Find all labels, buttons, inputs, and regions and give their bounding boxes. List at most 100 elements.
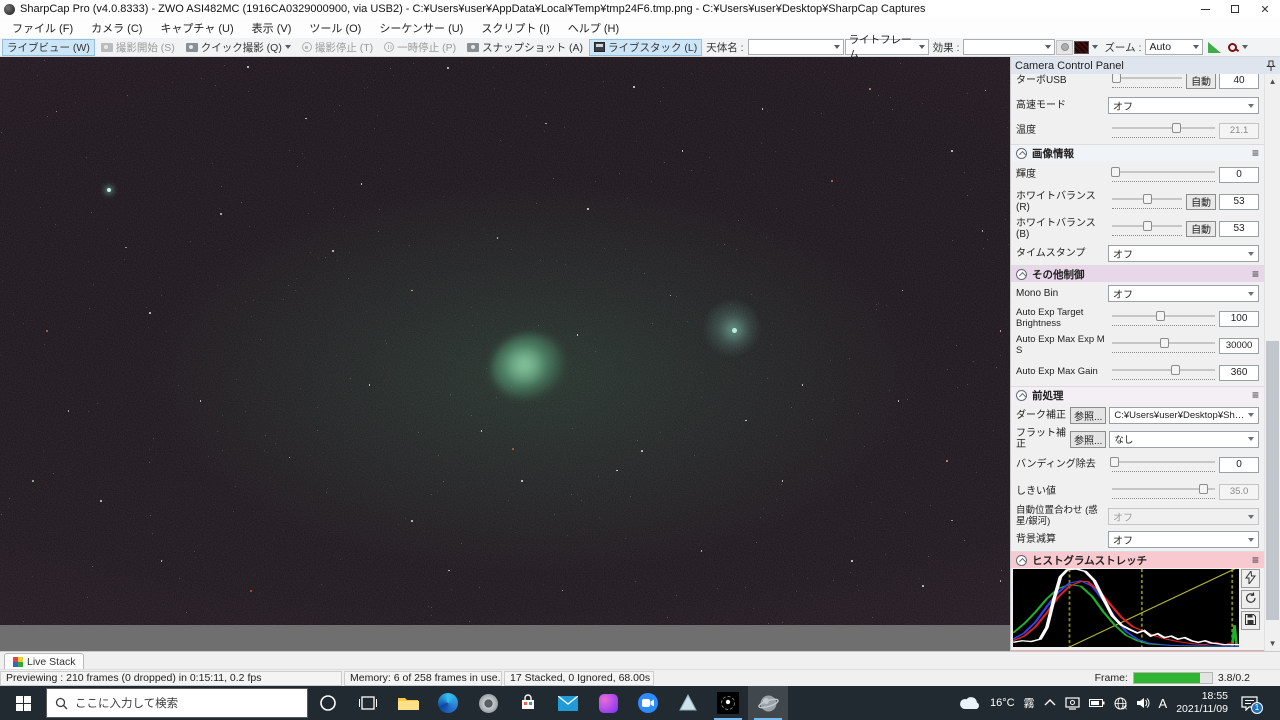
tray-weather-kanji[interactable]: 霧 bbox=[1024, 695, 1035, 711]
sharpcap-app-button[interactable] bbox=[748, 686, 788, 720]
section-menu-icon[interactable]: ≡ bbox=[1252, 268, 1259, 280]
value-box[interactable]: 30000 bbox=[1219, 337, 1260, 354]
slider-しきい値[interactable] bbox=[1108, 484, 1219, 499]
task-view-button[interactable] bbox=[348, 686, 388, 720]
collapse-icon[interactable] bbox=[1016, 389, 1027, 401]
section-menu-icon[interactable]: ≡ bbox=[1252, 389, 1259, 401]
slider-thumb[interactable] bbox=[1112, 74, 1122, 83]
histogram-icon[interactable] bbox=[1208, 41, 1222, 53]
close-button[interactable]: ✕ bbox=[1250, 0, 1280, 18]
app-spiral-button[interactable] bbox=[468, 686, 508, 720]
slider-バンディング除去[interactable] bbox=[1108, 457, 1219, 472]
collapse-icon[interactable] bbox=[1016, 268, 1027, 280]
select-Mono Bin[interactable]: オフ bbox=[1108, 285, 1260, 302]
zoom-combo[interactable]: Auto bbox=[1145, 39, 1204, 55]
tray-expand-chevron-icon[interactable] bbox=[1044, 699, 1056, 707]
battery-icon[interactable] bbox=[1088, 698, 1105, 708]
slider-輝度[interactable] bbox=[1108, 167, 1219, 182]
slider-ホワイトバランス(R)[interactable] bbox=[1108, 194, 1186, 209]
weather-cloud-icon[interactable] bbox=[959, 696, 981, 710]
menu-help[interactable]: ヘルプ (H) bbox=[560, 17, 627, 39]
select-自動位置合わせ (惑星/銀河)[interactable]: オフ bbox=[1108, 508, 1260, 525]
slider-温度[interactable] bbox=[1108, 123, 1219, 138]
panel-scrollbar[interactable]: ▲ ▼ bbox=[1264, 74, 1280, 651]
slider-thumb[interactable] bbox=[1159, 338, 1169, 348]
value-box[interactable]: 35.0 bbox=[1219, 483, 1260, 500]
image-viewport[interactable] bbox=[0, 57, 1010, 625]
value-box[interactable]: 0 bbox=[1219, 166, 1260, 183]
menu-view[interactable]: 表示 (V) bbox=[244, 17, 300, 39]
notes-app-button[interactable] bbox=[668, 686, 708, 720]
auto-button[interactable]: 自動 bbox=[1186, 193, 1217, 210]
save-stretch-button[interactable] bbox=[1241, 611, 1260, 630]
live-view-button[interactable]: ライブビュー (W) bbox=[2, 38, 95, 56]
slider-thumb[interactable] bbox=[1156, 311, 1166, 321]
collapse-icon[interactable] bbox=[1016, 147, 1027, 159]
reset-stretch-button[interactable] bbox=[1241, 590, 1260, 609]
slider-track[interactable] bbox=[1112, 221, 1183, 231]
slider-track[interactable] bbox=[1112, 123, 1216, 133]
effects-combo[interactable] bbox=[963, 39, 1056, 55]
slider-track[interactable] bbox=[1112, 74, 1183, 83]
slider-thumb[interactable] bbox=[1170, 365, 1180, 375]
magnifier-icon[interactable] bbox=[1228, 42, 1238, 52]
mail-button[interactable] bbox=[548, 686, 588, 720]
quick-capture-button[interactable]: クイック撮影 (Q) bbox=[181, 39, 296, 56]
astro-app-button[interactable] bbox=[708, 686, 748, 720]
speaker-icon[interactable] bbox=[1136, 697, 1150, 709]
slider-thumb[interactable] bbox=[1111, 167, 1121, 177]
slider-track[interactable] bbox=[1111, 167, 1216, 177]
slider-track[interactable] bbox=[1112, 194, 1183, 204]
select-背景減算[interactable]: オフ bbox=[1108, 531, 1260, 548]
pin-icon[interactable] bbox=[1266, 60, 1276, 72]
start-capture-button[interactable]: 撮影開始 (S) bbox=[96, 39, 180, 56]
value-box[interactable]: 0 bbox=[1219, 456, 1260, 473]
file-select-フラット補正[interactable]: なし bbox=[1109, 430, 1260, 448]
taskbar-clock[interactable]: 18:55 2021/11/09 bbox=[1176, 690, 1228, 716]
slider-thumb[interactable] bbox=[1143, 221, 1153, 231]
slider-Auto Exp Max Exp M S[interactable] bbox=[1108, 338, 1219, 353]
taskbar-search-input[interactable]: ここに入力して検索 bbox=[46, 688, 308, 718]
slider-track[interactable] bbox=[1112, 338, 1216, 348]
zoom-app-button[interactable] bbox=[628, 686, 668, 720]
value-box[interactable]: 21.1 bbox=[1219, 122, 1260, 139]
section-menu-icon[interactable]: ≡ bbox=[1252, 554, 1259, 566]
menu-capture[interactable]: キャプチャ (U) bbox=[152, 17, 241, 39]
slider-track[interactable] bbox=[1112, 484, 1216, 494]
slider-thumb[interactable] bbox=[1110, 457, 1120, 467]
live-stack-button[interactable]: ライブスタック (L) bbox=[589, 38, 703, 56]
scroll-down-icon[interactable]: ▼ bbox=[1265, 636, 1280, 651]
cortana-button[interactable] bbox=[308, 686, 348, 720]
maximize-button[interactable] bbox=[1220, 0, 1250, 18]
frame-type-combo[interactable]: ライトフレーム bbox=[844, 34, 929, 61]
slider-thumb[interactable] bbox=[1171, 123, 1181, 133]
section-menu-icon[interactable]: ≡ bbox=[1252, 147, 1259, 159]
bayer-pattern-button[interactable] bbox=[1074, 40, 1090, 54]
minimize-button[interactable] bbox=[1190, 0, 1220, 18]
slider-track[interactable] bbox=[1110, 457, 1216, 467]
slider-ホワイトバランス(B)[interactable] bbox=[1108, 221, 1186, 236]
slider-track[interactable] bbox=[1112, 365, 1216, 375]
menu-scripting[interactable]: スクリプト (I) bbox=[473, 17, 557, 39]
value-box[interactable]: 53 bbox=[1219, 220, 1260, 237]
tray-temperature[interactable]: 16°C bbox=[990, 697, 1015, 709]
stop-capture-button[interactable]: 撮影停止 (T) bbox=[297, 39, 378, 56]
slider-thumb[interactable] bbox=[1143, 194, 1153, 204]
snapshot-button[interactable]: スナップショット (A) bbox=[462, 39, 588, 56]
paint3d-button[interactable] bbox=[588, 686, 628, 720]
auto-stretch-button[interactable] bbox=[1241, 569, 1260, 588]
collapse-icon[interactable] bbox=[1016, 554, 1027, 566]
scrollbar-thumb[interactable] bbox=[1266, 340, 1279, 620]
edge-button[interactable] bbox=[428, 686, 468, 720]
browse-button[interactable]: 参照... bbox=[1070, 430, 1107, 448]
file-explorer-button[interactable] bbox=[388, 686, 428, 720]
file-select-ダーク補正[interactable]: C:¥Users¥user¥Desktop¥Sh… bbox=[1109, 406, 1260, 424]
select-タイムスタンプ[interactable]: オフ bbox=[1108, 245, 1260, 262]
selection-tool-button[interactable] bbox=[1056, 39, 1074, 55]
pause-button[interactable]: 一時停止 (P) bbox=[379, 39, 461, 56]
slider-track[interactable] bbox=[1112, 311, 1216, 321]
menu-camera[interactable]: カメラ (C) bbox=[83, 17, 150, 39]
cast-device-icon[interactable] bbox=[1064, 696, 1080, 710]
live-stack-tab[interactable]: Live Stack bbox=[4, 653, 85, 669]
menu-sequencer[interactable]: シーケンサー (U) bbox=[371, 17, 471, 39]
